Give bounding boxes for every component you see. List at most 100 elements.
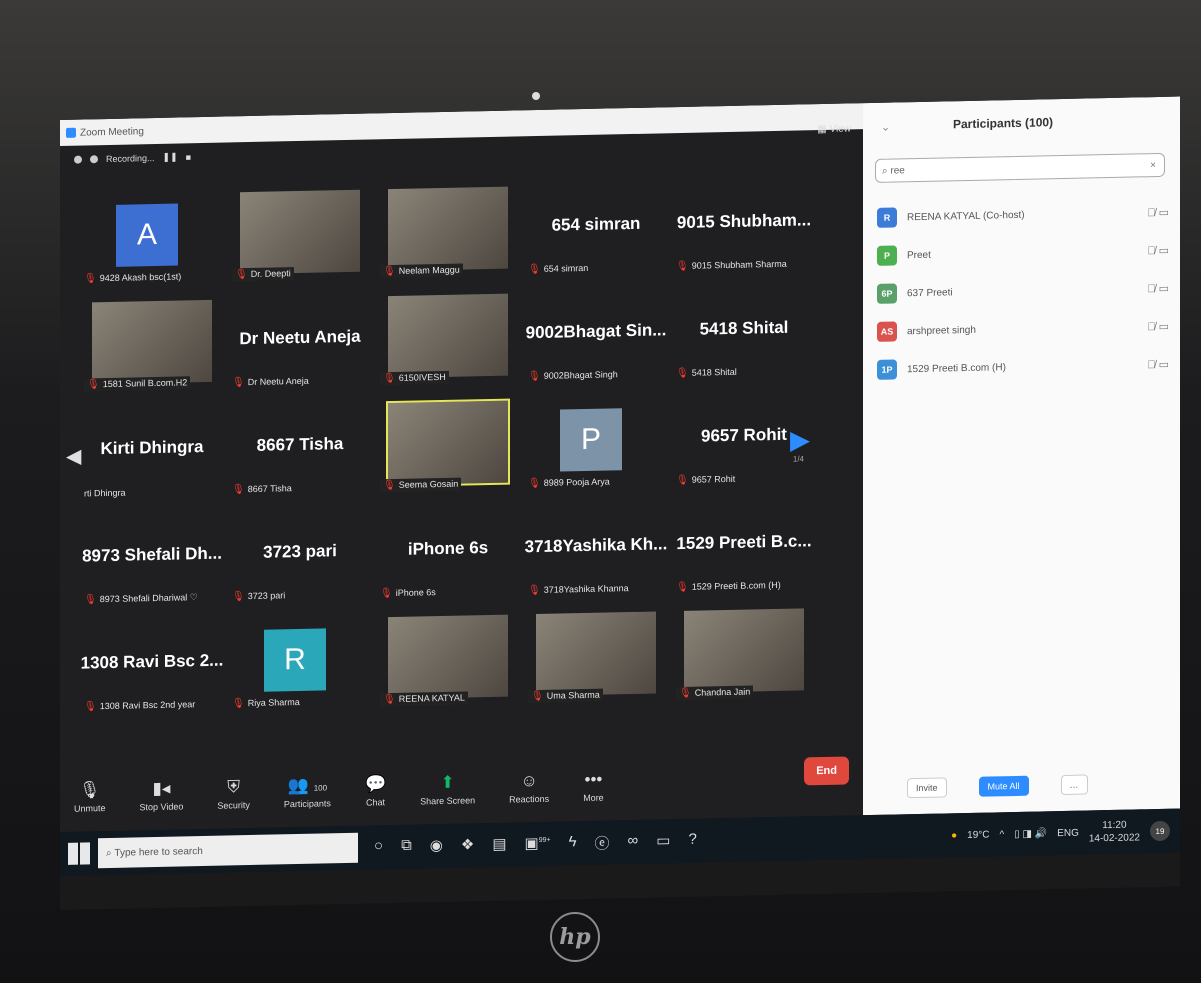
participant-tile[interactable]: 9002Bhagat Sin... 🎙 9002Bhagat Singh: [522, 284, 670, 394]
next-page-icon[interactable]: ▶: [790, 424, 810, 455]
chat-bubble-icon: 💬: [364, 774, 387, 794]
participant-tile[interactable]: 8973 Shefali Dh... 🎙 8973 Shefali Dhariwal…: [78, 508, 226, 618]
window-title: Zoom Meeting: [80, 125, 144, 139]
zoom-meeting-window: Zoom Meeting Recording... ❚❚ ■ View A🎙94…: [60, 103, 863, 832]
participants-button[interactable]: 👥 100 Participants: [284, 775, 331, 810]
participant-tile[interactable]: 🎙 Seema Gosain: [374, 394, 522, 504]
participant-search-input[interactable]: ⌕ ree ×: [875, 152, 1165, 183]
weather-temp[interactable]: 19°C: [967, 829, 989, 840]
taskbar-search-input[interactable]: ⌕ Type here to search: [98, 832, 358, 869]
participant-tile[interactable]: Dr Neetu Aneja 🎙 Dr Neetu Aneja: [226, 290, 374, 400]
unmute-button[interactable]: 🎙 Unmute: [74, 780, 106, 814]
participant-name: 1581 Sunil B.com.H2: [102, 377, 188, 390]
mute-all-button[interactable]: Mute All: [978, 775, 1029, 797]
microphone-muted-icon: 🎙: [528, 370, 541, 383]
participant-tile[interactable]: 5418 Shital 🎙 5418 Shital: [670, 281, 818, 391]
participant-row[interactable]: R REENA KATYAL (Co-host) 🎙̸ ▭: [877, 193, 1169, 237]
security-button[interactable]: ⛨ Security: [217, 777, 250, 811]
chevron-up-icon[interactable]: ^: [1000, 829, 1005, 840]
previous-page-icon[interactable]: ◀: [66, 444, 81, 469]
participant-tile[interactable]: 8667 Tisha 🎙 8667 Tisha: [226, 397, 374, 507]
share-screen-button[interactable]: ⬆ Share Screen: [420, 772, 475, 807]
stop-video-button[interactable]: ▮◂ Stop Video: [140, 778, 184, 813]
view-button[interactable]: View: [817, 123, 852, 135]
participant-name: 9657 Rohit: [691, 473, 736, 485]
file-explorer-icon[interactable]: ▤: [492, 834, 506, 855]
participant-row-name: Preet: [907, 249, 931, 261]
participant-display-name: Kirti Dhingra: [100, 436, 204, 459]
participant-tile[interactable]: 3718Yashika Kh... 🎙 3718Yashika Khanna: [522, 498, 670, 608]
edge-icon[interactable]: ⓔ: [595, 832, 610, 853]
participant-tile[interactable]: 654 simran 🎙 654 simran: [522, 177, 670, 287]
notification-icon[interactable]: 19: [1150, 820, 1170, 842]
clock[interactable]: 11:20 14-02-2022: [1089, 818, 1140, 845]
dropbox-icon[interactable]: ❖: [461, 835, 474, 856]
participant-tile[interactable]: 🎙 Uma Sharma: [522, 605, 670, 715]
participant-tile[interactable]: Kirti Dhingra rti Dhingra ◀: [66, 401, 226, 511]
stop-recording-icon[interactable]: ■: [186, 152, 191, 162]
participant-tile[interactable]: 1308 Ravi Bsc 2... 🎙 1308 Ravi Bsc 2nd yea…: [78, 615, 226, 725]
zoom-app-icon[interactable]: ▭: [656, 831, 670, 852]
participant-tile[interactable]: R 🎙 Riya Sharma: [226, 611, 374, 721]
winamp-icon[interactable]: ϟ: [569, 833, 577, 854]
avatar: A: [116, 203, 178, 267]
participant-tile[interactable]: iPhone 6s 🎙 iPhone 6s: [374, 501, 522, 611]
participant-display-name: 1529 Preeti B.c...: [676, 531, 812, 554]
participant-tile[interactable]: 9657 Rohit 🎙 9657 Rohit ▶ 1/4: [670, 388, 818, 498]
participant-tile[interactable]: 9015 Shubham... 🎙 9015 Shubham Sharma: [670, 174, 818, 284]
participant-tile[interactable]: 🎙 REENA KATYAL: [374, 608, 522, 718]
chevron-down-icon[interactable]: ⌄: [881, 121, 890, 134]
language-indicator[interactable]: ENG: [1057, 827, 1079, 838]
more-label: More: [583, 792, 604, 804]
task-view-icon[interactable]: ⧉: [401, 836, 412, 857]
participant-tile[interactable]: 🎙 1581 Sunil B.com.H2: [78, 294, 226, 404]
taskbar-search-placeholder: Type here to search: [114, 845, 203, 859]
avatar: P: [560, 408, 622, 472]
microphone-muted-icon: 🎙: [380, 588, 393, 600]
participant-tile[interactable]: A 🎙 9428 Akash bsc(1st): [78, 187, 226, 297]
participant-row[interactable]: AS arshpreet singh 🎙̸ ▭: [877, 307, 1169, 351]
weather-icon: ●: [951, 829, 958, 841]
app-badge-icon[interactable]: ▣99+: [525, 833, 551, 855]
invite-button[interactable]: Invite: [907, 777, 947, 799]
participant-row[interactable]: 1P 1529 Preeti B.com (H) 🎙̸ ▭: [877, 345, 1169, 389]
participant-name-label: 🎙 654 simran: [528, 263, 588, 275]
help-icon[interactable]: ?: [688, 830, 696, 851]
pause-recording-icon[interactable]: ❚❚: [163, 152, 178, 163]
participant-display-name: 5418 Shital: [699, 317, 789, 339]
video-grid: A 🎙 9428 Akash bsc(1st) 🎙 Dr. Deepti 🎙 Neelam …: [66, 174, 820, 725]
participant-row[interactable]: 6P 637 Preeti 🎙̸ ▭: [877, 269, 1169, 313]
chrome-icon[interactable]: ◉: [430, 835, 443, 856]
microphone-muted-icon: 🎙: [528, 263, 541, 276]
participant-display-name: Dr Neetu Aneja: [239, 326, 361, 349]
reactions-button[interactable]: ☺ Reactions: [509, 771, 549, 805]
participant-tile[interactable]: 🎙 Chandna Jain: [670, 602, 818, 712]
avatar: R: [264, 628, 326, 692]
security-label: Security: [217, 800, 250, 811]
chat-button[interactable]: 💬 Chat: [365, 774, 386, 807]
participant-tile[interactable]: P 🎙 8989 Pooja Arya: [522, 391, 670, 501]
microphone-muted-icon: 🎙: [383, 265, 396, 278]
participant-name-label: 🎙 Neelam Maggu: [380, 263, 463, 279]
participant-tile[interactable]: 🎙 Neelam Maggu: [374, 180, 522, 290]
participant-row[interactable]: P Preet 🎙̸ ▭: [877, 231, 1169, 275]
tray-icons[interactable]: ▯ ◨ 🔊: [1014, 828, 1047, 840]
participant-name-label: 🎙 Riya Sharma: [232, 697, 300, 709]
cortana-icon[interactable]: ○: [374, 837, 383, 858]
info-icon[interactable]: [74, 155, 82, 164]
clear-search-icon[interactable]: ×: [1150, 160, 1156, 171]
participant-tile[interactable]: 3723 pari 🎙 3723 pari: [226, 504, 374, 614]
microphone-muted-icon: 🎙: [232, 377, 245, 389]
participant-tile[interactable]: 🎙 6150IVESH: [374, 287, 522, 397]
more-options-button[interactable]: …: [1060, 774, 1088, 796]
infinity-app-icon[interactable]: ∞: [628, 831, 639, 852]
end-meeting-button[interactable]: End: [804, 756, 849, 786]
participant-tile[interactable]: 1529 Preeti B.c... 🎙 1529 Preeti B.com (H): [670, 495, 818, 605]
microphone-muted-icon: 🎙: [528, 584, 541, 597]
participant-tile[interactable]: 🎙 Dr. Deepti: [226, 183, 374, 293]
more-button[interactable]: ••• More: [583, 770, 604, 803]
windows-start-icon[interactable]: [68, 842, 90, 865]
participant-display-name: 9002Bhagat Sin...: [525, 320, 667, 343]
participant-name: 9428 Akash bsc(1st): [99, 271, 182, 284]
microphone-muted-icon: 🎙: [676, 260, 689, 273]
